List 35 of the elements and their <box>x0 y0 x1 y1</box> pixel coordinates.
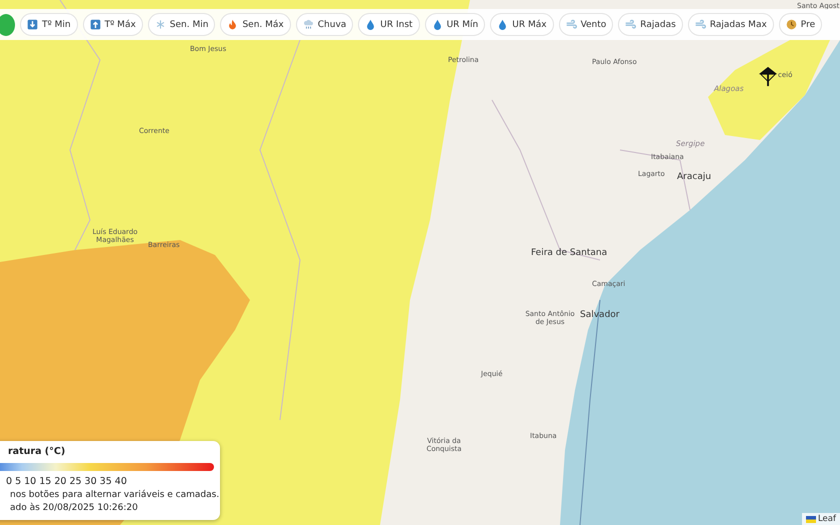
variable-button[interactable]: Tº Máx <box>82 13 143 36</box>
variable-button[interactable]: Sen. Máx <box>220 13 291 36</box>
city-label: Salvador <box>580 310 620 321</box>
variable-button[interactable]: Pre <box>778 13 822 36</box>
up-arrow-icon <box>90 19 101 30</box>
scale-labels: 0 5 10 15 20 25 30 35 40 <box>6 476 128 487</box>
warning-marker-icon[interactable] <box>757 64 779 88</box>
drop-icon <box>432 19 443 30</box>
wind-icon <box>694 19 706 30</box>
legend-hint: nos botões para alternar variáveis e camadas. <box>10 490 220 500</box>
city-label: Aracaju <box>677 172 712 183</box>
variable-button[interactable]: Chuva <box>296 13 354 36</box>
variable-button[interactable]: Rajadas <box>618 13 683 36</box>
variable-button[interactable]: UR Mín <box>424 13 486 36</box>
attribution-link[interactable]: Leaf <box>818 514 836 524</box>
variable-button[interactable]: UR Inst <box>358 13 420 36</box>
rain-cloud-icon <box>302 19 314 30</box>
city-label: Feira de Santana <box>531 248 608 259</box>
update-time: ado às 20/08/2025 10:26:20 <box>10 503 138 513</box>
snowflake-icon <box>154 19 166 30</box>
variable-button[interactable]: UR Máx <box>490 13 554 36</box>
wind-icon <box>625 19 636 30</box>
variable-button[interactable]: Vento <box>558 13 614 36</box>
drop-icon <box>497 19 508 30</box>
drop-icon <box>365 19 376 30</box>
down-arrow-icon <box>27 19 38 30</box>
status-dot-button[interactable] <box>0 14 15 36</box>
wind-icon <box>566 19 577 30</box>
legend-title: ratura (°C) <box>8 446 66 457</box>
variable-button[interactable]: Sen. Min <box>148 13 216 36</box>
variable-button[interactable]: Rajadas Max <box>688 13 774 36</box>
clock-icon <box>786 19 797 30</box>
variable-button[interactable]: Tº Min <box>20 13 78 36</box>
flag-icon <box>806 516 816 522</box>
flame-icon <box>227 19 238 30</box>
